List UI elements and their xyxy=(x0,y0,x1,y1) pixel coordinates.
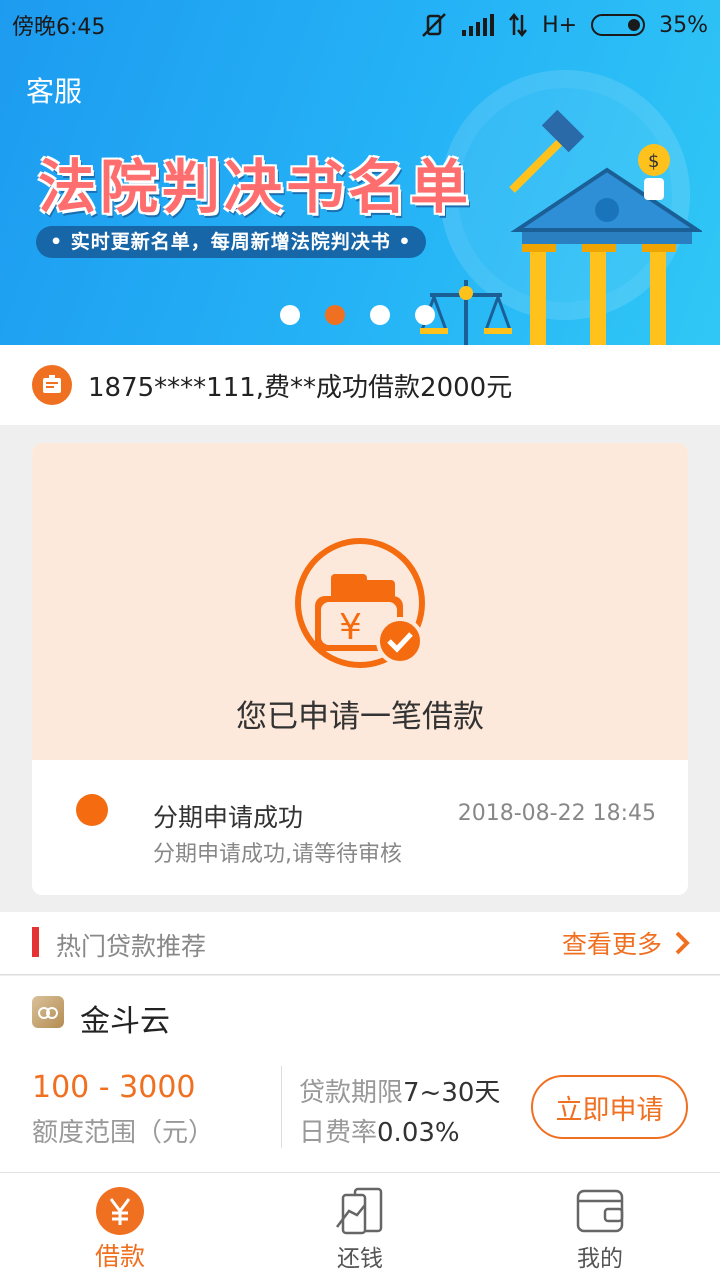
amount-range-label: 额度范围（元） xyxy=(32,1118,215,1148)
hot-loans-title: 热门贷款推荐 xyxy=(56,932,207,961)
step-description: 分期申请成功,请等待审核 xyxy=(153,842,402,867)
tab-repay[interactable]: 还钱 xyxy=(240,1173,480,1280)
view-more-link[interactable]: 查看更多 xyxy=(562,925,690,961)
loan-term-value: 7~30天 xyxy=(403,1078,501,1108)
repay-icon xyxy=(336,1187,383,1235)
svg-text:¥: ¥ xyxy=(339,607,362,648)
courthouse-illustration: $ xyxy=(509,110,702,345)
customer-service-button[interactable]: 客服 xyxy=(26,70,82,110)
vibrate-off-icon xyxy=(420,12,448,38)
daily-rate: 日费率0.03% xyxy=(299,1112,460,1149)
page-dot[interactable] xyxy=(280,305,300,325)
loan-notice-bar: 1875****111,费**成功借款2000元 xyxy=(0,345,720,425)
loan-term-label: 贷款期限 xyxy=(299,1078,404,1108)
battery-icon xyxy=(591,14,646,36)
announcement-icon xyxy=(32,365,72,405)
hot-loans-header: 热门贷款推荐 查看更多 xyxy=(0,912,720,975)
product-logo xyxy=(32,996,64,1028)
network-type: H+ xyxy=(542,12,578,38)
yuan-icon xyxy=(96,1187,144,1235)
product-name: 金斗云 xyxy=(80,1004,170,1039)
loan-applied-icon: ¥ xyxy=(295,538,425,668)
daily-rate-label: 日费率 xyxy=(299,1118,378,1148)
chevron-right-icon xyxy=(675,931,690,955)
tab-repay-label: 还钱 xyxy=(337,1246,383,1272)
amount-range: 100 - 3000 xyxy=(32,1070,196,1105)
step-title: 分期申请成功 xyxy=(153,803,304,832)
loan-status-text: 您已申请一笔借款 xyxy=(236,699,484,735)
loan-term: 贷款期限7~30天 xyxy=(299,1072,500,1109)
loan-application-card: ¥ 您已申请一笔借款 分期申请成功 2018-08-22 18:45 分期申请成… xyxy=(32,443,688,895)
page-dot[interactable] xyxy=(370,305,390,325)
bottom-tab-bar: 借款 还钱 我的 xyxy=(0,1172,720,1280)
daily-rate-value: 0.03% xyxy=(377,1118,460,1148)
step-timestamp: 2018-08-22 18:45 xyxy=(457,801,656,826)
svg-text:$: $ xyxy=(648,151,659,172)
tab-mine[interactable]: 我的 xyxy=(480,1173,720,1280)
notice-text: 1875****111,费**成功借款2000元 xyxy=(88,372,513,403)
section-marker xyxy=(32,927,39,957)
banner-subtitle: • 实时更新名单，每周新增法院判决书 • xyxy=(36,226,426,258)
banner-title: 法院判决书名单 xyxy=(38,153,473,221)
data-transfer-icon xyxy=(508,13,528,37)
view-more-label: 查看更多 xyxy=(561,930,662,959)
loan-product-card[interactable]: 金斗云 100 - 3000 额度范围（元） 贷款期限7~30天 日费率0.03… xyxy=(0,976,720,1172)
battery-percent: 35% xyxy=(659,12,708,38)
apply-now-button[interactable]: 立即申请 xyxy=(531,1075,688,1139)
tab-borrow[interactable]: 借款 xyxy=(0,1173,240,1280)
wallet-icon xyxy=(576,1189,624,1233)
signal-icon xyxy=(462,14,495,36)
status-bar: 傍晚6:45 H+ 35% xyxy=(0,0,720,50)
status-time: 傍晚6:45 xyxy=(12,15,106,40)
divider xyxy=(281,1066,282,1148)
banner-pagination xyxy=(280,305,435,325)
loan-status-header: ¥ 您已申请一笔借款 xyxy=(32,443,688,760)
page-dot[interactable] xyxy=(415,305,435,325)
page-dot-active[interactable] xyxy=(325,305,345,325)
promo-banner[interactable]: 客服 法院判决书名单 • 实时更新名单，每周新增法院判决书 • $ xyxy=(0,0,720,345)
loan-progress[interactable]: 分期申请成功 2018-08-22 18:45 分期申请成功,请等待审核 xyxy=(32,760,688,895)
tab-borrow-label: 借款 xyxy=(94,1242,145,1271)
progress-dot xyxy=(76,794,108,826)
tab-mine-label: 我的 xyxy=(577,1246,623,1272)
